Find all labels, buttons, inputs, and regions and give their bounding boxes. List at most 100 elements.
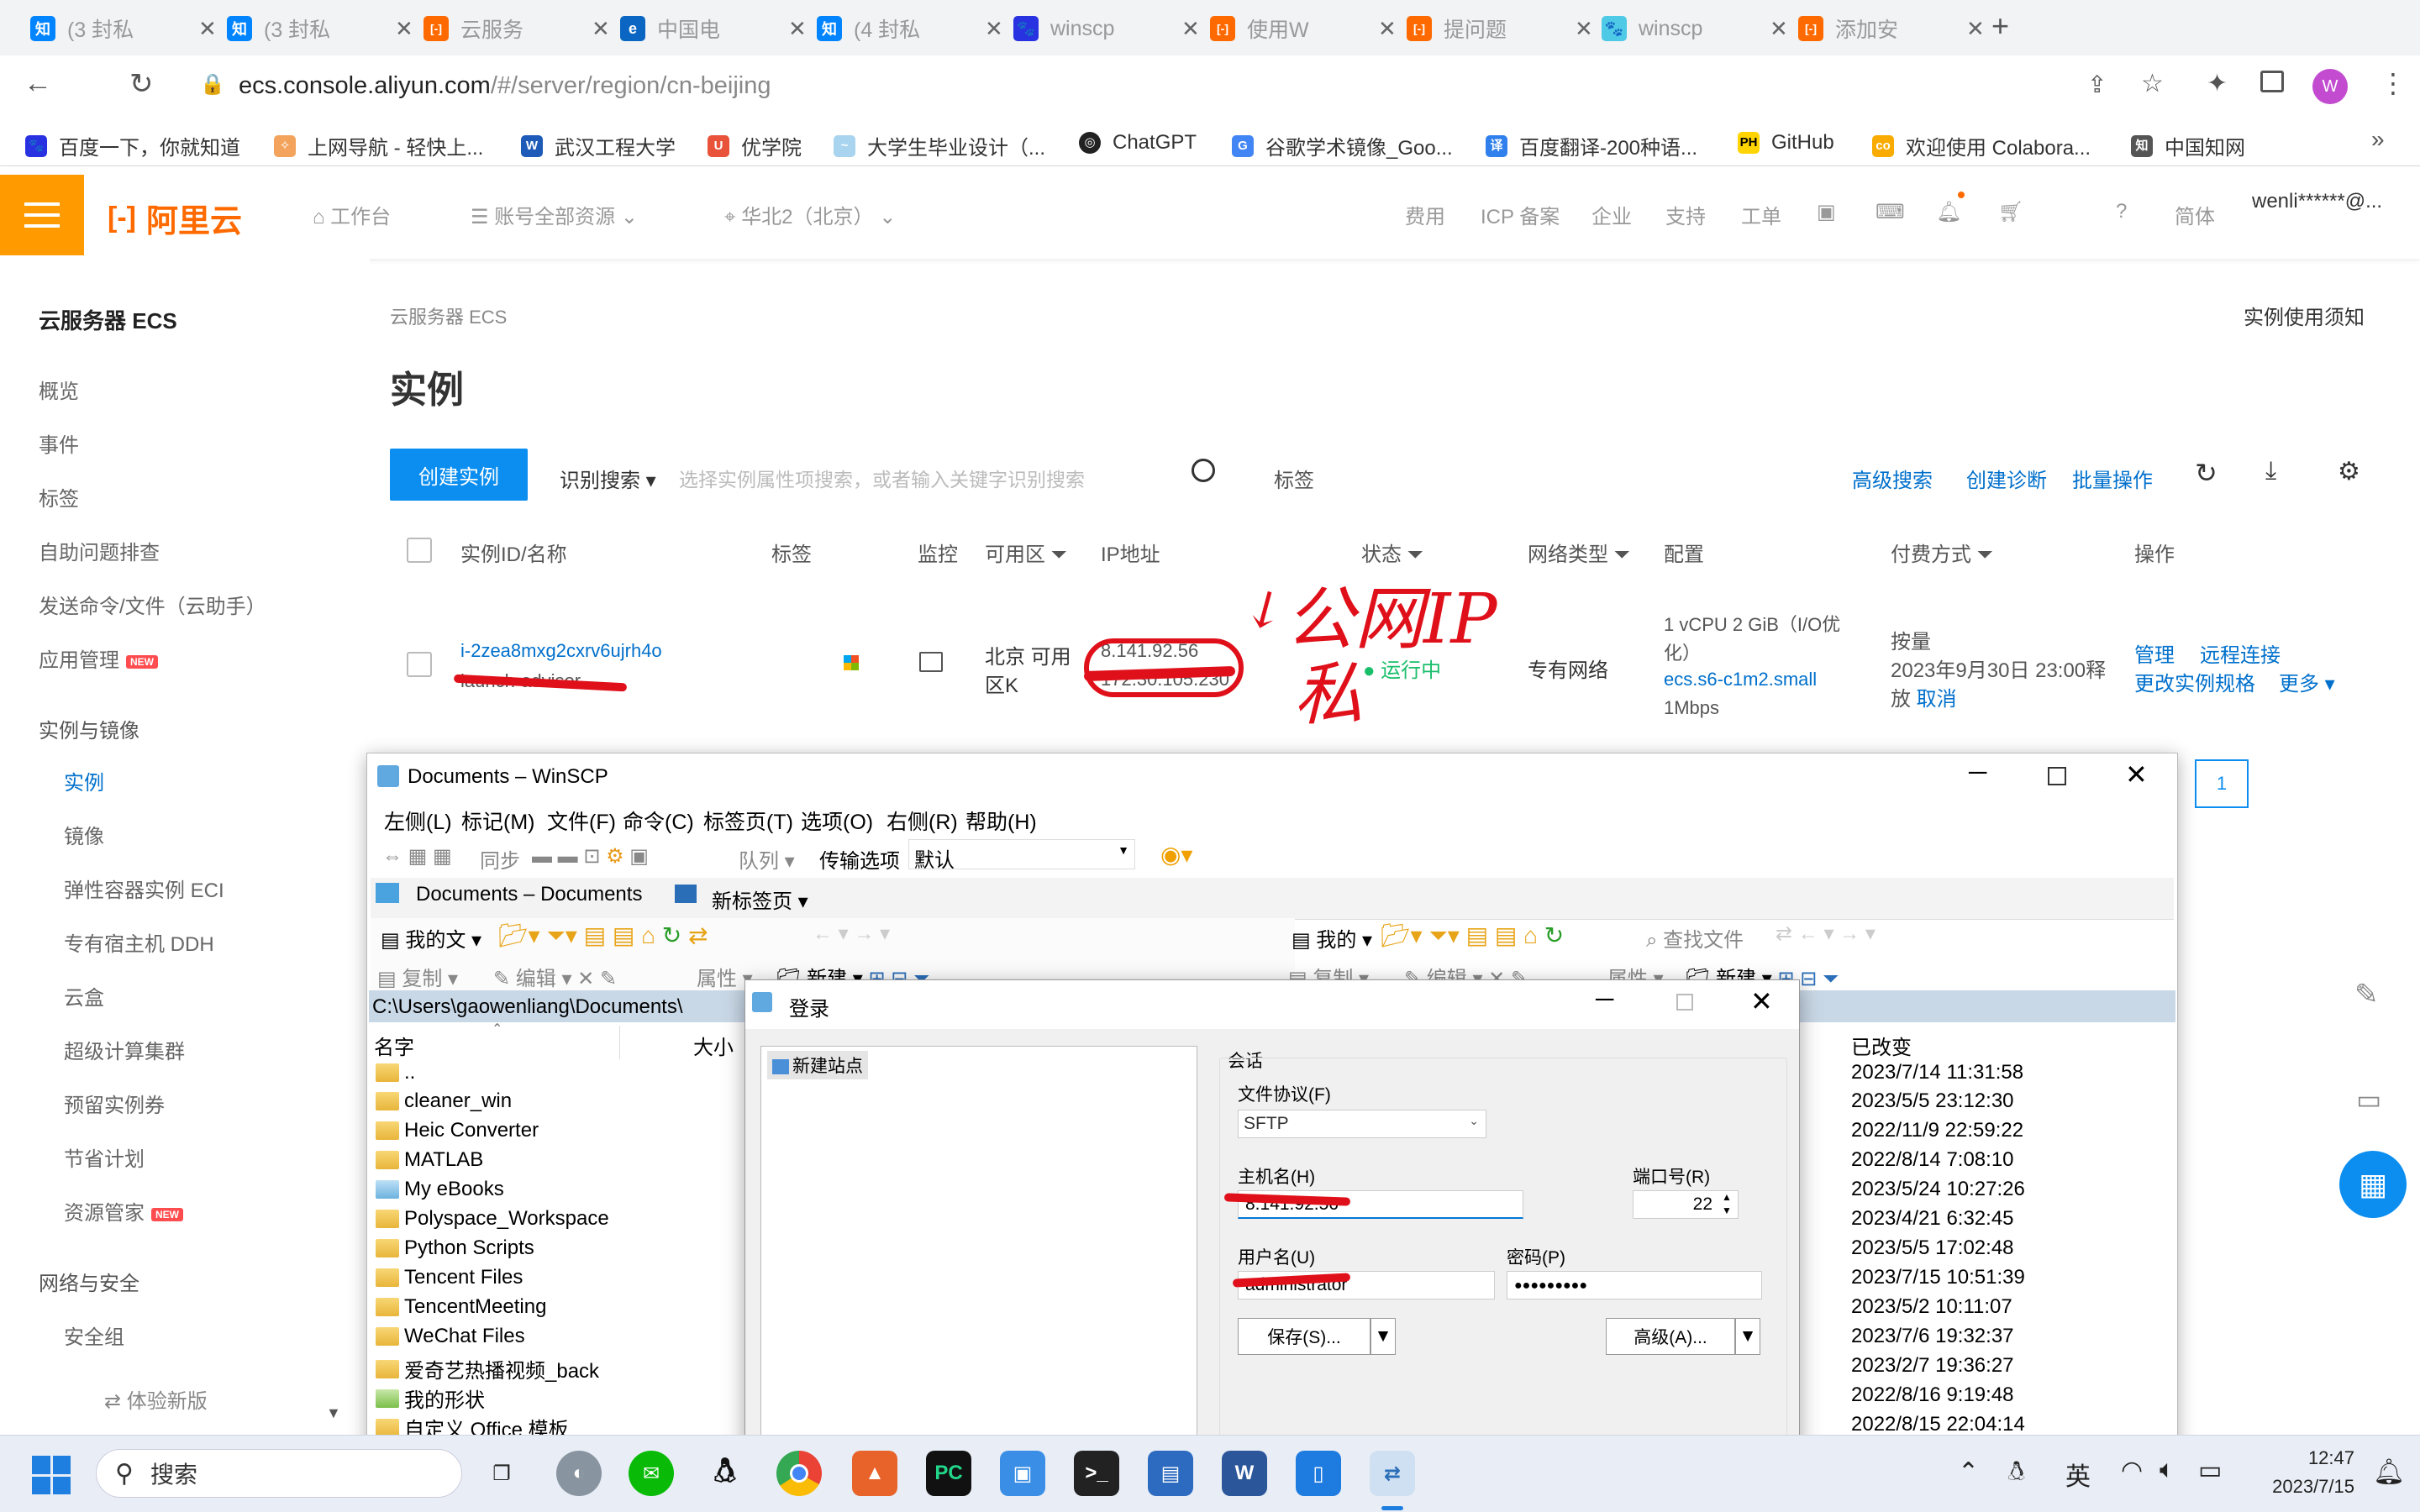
nav-arrows[interactable]: ← ▾ → ▾ (813, 921, 890, 946)
right-location-dropdown[interactable]: ▤ 我的 ▾ (1292, 923, 1372, 953)
nav-fees[interactable]: 费用 (1405, 200, 1445, 229)
trial-new-version-link[interactable]: ⇄ 体验新版 (104, 1384, 208, 1414)
floating-apps-button[interactable]: ▦ (2339, 1151, 2407, 1218)
browser-tab[interactable]: [-] 云服务 ✕ (424, 8, 610, 49)
notice-link[interactable]: 实例使用须知 (2244, 301, 2365, 330)
search-mode-dropdown[interactable]: 识别搜索 ▾ (560, 464, 656, 493)
account-name[interactable]: wenli******@... (2252, 190, 2382, 213)
screenshot-icon[interactable]: ▣ (1000, 1451, 1045, 1496)
browser-tab[interactable]: 知 (3 封私 ✕ (227, 8, 413, 49)
search-input[interactable]: 选择实例属性项搜索，或者输入关键字识别搜索 (679, 454, 1217, 497)
bookmark-item[interactable]: ◎ ChatGPT (1079, 131, 1197, 155)
row-checkbox[interactable] (407, 652, 432, 677)
file-row[interactable]: cleaner_win (376, 1089, 512, 1113)
toolbar-icons[interactable]: 📂︎▾ ⏷▾ ▤ ▤ ⌂ ↻ (1381, 921, 1564, 950)
port-stepper[interactable]: ▲ ▼ (1722, 1190, 1732, 1217)
close-button[interactable]: ✕ (1750, 985, 1773, 1017)
taskbar-search[interactable]: ⚲ 搜索 (96, 1449, 462, 1498)
col-header-size[interactable]: 大小 (693, 1031, 734, 1060)
close-button[interactable]: ✕ (2125, 759, 2148, 790)
sidebar-item[interactable]: 镜像 (64, 820, 104, 849)
instance-id-link[interactable]: i-2zea8mxg2cxrv6ujrh4o (460, 640, 662, 662)
search-icon[interactable] (1192, 459, 1215, 482)
sidebar-section[interactable]: 网络与安全 (39, 1267, 139, 1296)
sync-button[interactable]: 同步 (480, 844, 520, 874)
browser-tab[interactable]: [-] 提问题 ✕ (1407, 8, 1593, 49)
sidebar-item[interactable]: 弹性容器实例 ECI (64, 874, 224, 903)
file-row[interactable]: Tencent Files (376, 1266, 523, 1289)
phone-icon[interactable]: ▯ (1296, 1451, 1341, 1496)
word-icon[interactable]: W (1222, 1451, 1267, 1496)
aliyun-logo[interactable]: [-] 阿里云 (108, 195, 242, 241)
battery-icon[interactable]: ▭ (2198, 1456, 2222, 1485)
maximize-button[interactable] (1676, 994, 1693, 1011)
create-diagnosis-link[interactable]: 创建诊断 (1966, 464, 2047, 493)
tray-expand-icon[interactable]: ⌃ (1958, 1457, 1979, 1487)
col-header-changed[interactable]: 已改变 (1851, 1031, 1912, 1060)
globe-icon[interactable]: ◉▾ (1160, 841, 1193, 869)
tab-new[interactable]: 新标签页 ▾ (712, 885, 808, 914)
download-icon[interactable]: ⤓ (2265, 457, 2276, 486)
change-spec-link[interactable]: 更改实例规格 (2134, 667, 2255, 696)
toolbar-icons[interactable]: ⇔ ▦ ▦ (382, 844, 452, 869)
workbench-link[interactable]: ⌂ 工作台 (313, 200, 391, 229)
sidebar-section[interactable]: 实例与镜像 (39, 714, 139, 743)
bookmark-item[interactable]: W 武汉工程大学 (521, 131, 676, 160)
browser-tab[interactable]: [-] 添加安 ✕ (1798, 8, 1985, 49)
sidebar-icon[interactable] (2260, 71, 2284, 92)
file-row[interactable]: 我的形状 (376, 1383, 485, 1413)
sidebar-item[interactable]: 专有宿主机 DDH (64, 927, 214, 957)
browser-tab[interactable]: 🐾 winscp ✕ (1013, 8, 1200, 49)
resources-dropdown[interactable]: ☰ 账号全部资源 ⌄ (471, 200, 638, 229)
bookmark-item[interactable]: PH GitHub (1738, 131, 1834, 155)
back-icon[interactable]: ← (24, 67, 52, 100)
file-row[interactable]: TencentMeeting (376, 1295, 546, 1319)
nav-support[interactable]: 支持 (1665, 200, 1706, 229)
file-row[interactable]: Heic Converter (376, 1119, 539, 1142)
pager-current[interactable]: 1 (2195, 759, 2249, 808)
cancel-release-link[interactable]: 取消 (1917, 688, 1957, 711)
lock-icon[interactable]: 🔒 (200, 72, 225, 97)
filter-icon[interactable]: ⏷ (1977, 543, 1993, 566)
settings-icon[interactable]: ⚙ (2338, 457, 2360, 486)
bookmark-item[interactable]: 译百度翻译-200种语... (1486, 131, 1697, 160)
sidebar-item[interactable]: 应用管理 NEW (39, 643, 158, 673)
password-input[interactable]: ●●●●●●●●● (1507, 1271, 1762, 1299)
collapse-icon[interactable]: ▼ (326, 1404, 341, 1422)
file-row[interactable]: MATLAB (376, 1148, 483, 1172)
bookmark-item[interactable]: U 优学院 (708, 131, 802, 160)
nav-arrows[interactable]: ⇄ ← ▾ → ▾ (1776, 921, 1876, 946)
maximize-button[interactable] (2048, 767, 2066, 785)
task-view-icon[interactable]: ❐ (479, 1451, 524, 1496)
sidebar-item[interactable]: 发送命令/文件（云助手） (39, 590, 266, 619)
bookmark-item[interactable]: ~ 大学生毕业设计（... (834, 131, 1045, 160)
help-icon[interactable]: ? (2116, 200, 2127, 223)
current-path[interactable]: C:\Users\gaowenliang\Documents\ (372, 995, 683, 1019)
advanced-search-link[interactable]: 高级搜索 (1852, 464, 1933, 493)
cart-icon[interactable]: 🛒︎ (1998, 200, 2023, 224)
col-header-network[interactable]: 网络类型 ⏷ (1528, 538, 1630, 567)
bookmark-item[interactable]: 知中国知网 (2131, 131, 2245, 160)
sidebar-item[interactable]: 超级计算集群 (64, 1035, 185, 1064)
bookmark-item[interactable]: ✧ 上网导航 - 轻快上... (274, 131, 483, 160)
col-header-name[interactable]: 名字 (374, 1031, 414, 1060)
url-field[interactable]: ecs.console.aliyun.com/#/server/region/c… (239, 72, 771, 100)
protocol-select[interactable]: SFTP ⌄ (1238, 1110, 1486, 1138)
sidebar-item[interactable]: 概览 (39, 375, 79, 404)
manage-link[interactable]: 管理 (2134, 638, 2175, 668)
toolbar-icons[interactable]: 📂︎▾ ⏷▾ ▤ ▤ ⌂ ↻ ⇄ (498, 921, 708, 950)
menu-tabs[interactable]: 标签页(T) (703, 806, 793, 836)
tag-filter[interactable]: 标签 (1274, 464, 1314, 493)
pycharm-icon[interactable]: PC (926, 1451, 971, 1496)
edit-icon[interactable]: ✎ (2354, 978, 2379, 1011)
menu-mark[interactable]: 标记(M) (461, 806, 534, 836)
file-row[interactable]: WeChat Files (376, 1325, 525, 1348)
menu-right[interactable]: 右侧(R) (886, 806, 958, 836)
tab-documents[interactable]: Documents – Documents (416, 883, 642, 906)
sidebar-item[interactable]: 资源管家 NEW (64, 1196, 183, 1226)
sidebar-item[interactable]: 安全组 (64, 1320, 124, 1350)
sidebar-item-instances[interactable]: 实例 (64, 766, 104, 795)
matlab-icon[interactable]: ▲ (852, 1451, 897, 1496)
browser-tab[interactable]: e 中国电 ✕ (620, 8, 807, 49)
wechat-icon[interactable]: ✉ (629, 1451, 674, 1496)
